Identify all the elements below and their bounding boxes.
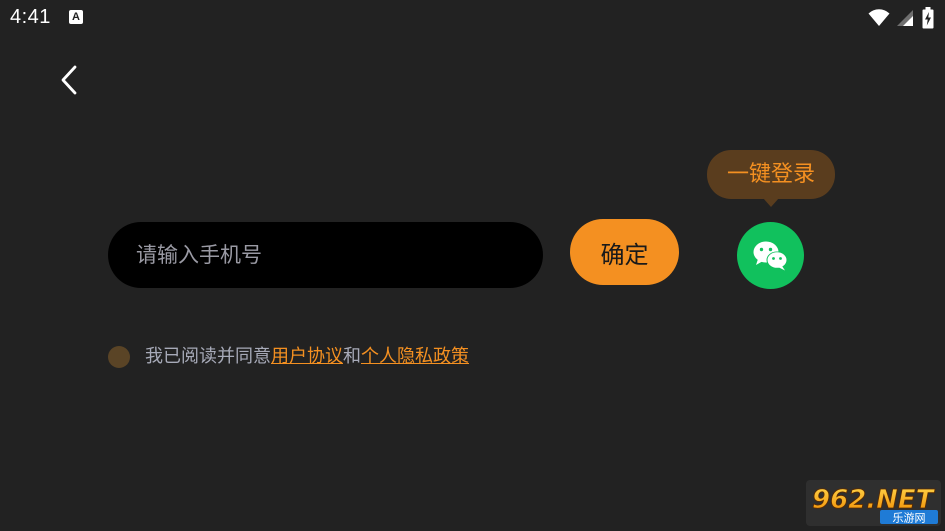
status-bar: 4:41 A [0,0,945,36]
chevron-left-icon [61,65,77,95]
signal-icon [897,10,913,26]
battery-charging-icon [922,7,934,29]
phone-input-container [108,222,543,288]
agreement-conjunction: 和 [343,346,361,367]
wechat-login-button[interactable] [737,222,804,289]
privacy-policy-link[interactable]: 个人隐私政策 [361,346,469,367]
site-watermark-logo: 962.NET 乐游网 [806,480,941,526]
agreement-checkbox[interactable] [108,346,130,368]
watermark-sub-text: 乐游网 [893,512,926,525]
agreement-text: 我已阅读并同意用户协议和个人隐私政策 [145,345,469,369]
notification-a-icon: A [69,10,83,24]
tooltip-arrow [763,198,779,207]
one-click-login-tooltip: 一键登录 [707,150,835,199]
user-agreement-link[interactable]: 用户协议 [271,346,343,367]
confirm-button[interactable]: 确定 [570,219,679,285]
agreement-prefix: 我已阅读并同意 [145,346,271,367]
back-button[interactable] [52,60,86,100]
status-time: 4:41 [10,6,51,28]
wifi-icon [868,9,890,26]
phone-input[interactable] [136,222,526,288]
wechat-icon [753,241,787,270]
